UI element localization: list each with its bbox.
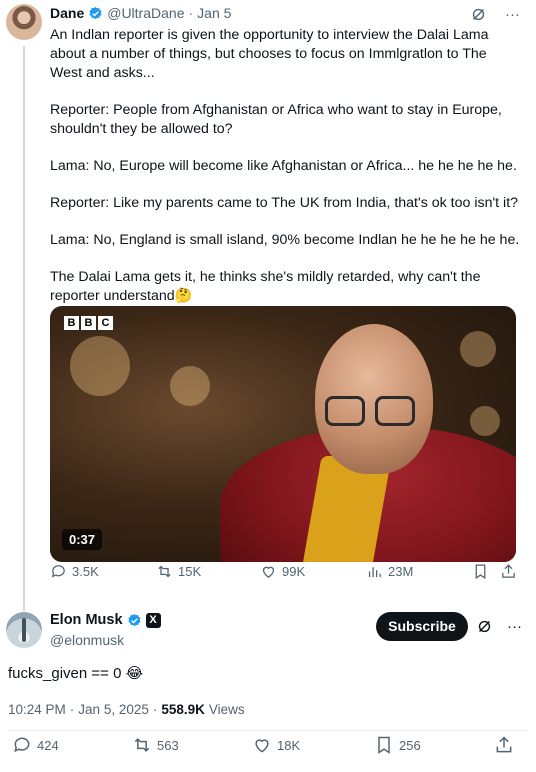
repost-icon xyxy=(158,565,171,577)
parent-tweet-header: Dane @UltraDane · Jan 5 xyxy=(50,5,231,21)
avatar[interactable] xyxy=(6,612,42,648)
affiliate-x-badge: X xyxy=(145,612,161,628)
more-options-icon[interactable]: ··· xyxy=(507,618,522,635)
dot-separator: · xyxy=(69,702,75,717)
reply-icon xyxy=(51,564,65,578)
share-button[interactable] xyxy=(500,563,517,580)
like-count: 99K xyxy=(282,563,306,579)
analytics-icon xyxy=(368,566,381,577)
bookmark-icon xyxy=(378,736,390,754)
heart-icon xyxy=(255,739,269,753)
logo-letter: B xyxy=(81,316,96,330)
repost-icon xyxy=(134,738,150,752)
bookmark-button[interactable] xyxy=(472,563,489,580)
more-options-icon[interactable]: ··· xyxy=(505,6,520,23)
parent-tweet-top-icons: ··· xyxy=(470,6,520,23)
repost-button[interactable]: 15K xyxy=(156,563,201,580)
reply-count: 3.5K xyxy=(72,563,99,579)
video-player[interactable]: B B C 0:37 xyxy=(50,306,516,562)
views-button[interactable]: 23M xyxy=(366,563,413,580)
author-name[interactable]: Dane xyxy=(50,5,84,21)
main-tweet-top-icons: ··· xyxy=(476,618,522,635)
background-light xyxy=(460,331,496,367)
reply-count: 424 xyxy=(37,737,59,753)
subscribe-button[interactable]: Subscribe xyxy=(376,612,468,641)
divider xyxy=(8,730,528,731)
share-button[interactable] xyxy=(494,735,514,755)
grok-icon[interactable] xyxy=(476,618,493,635)
tweet-date[interactable]: Jan 5, 2025 xyxy=(78,702,149,717)
repost-count: 563 xyxy=(157,737,179,753)
bookmark-icon xyxy=(475,563,486,579)
like-button[interactable]: 18K xyxy=(252,735,300,755)
parent-tweet[interactable]: Dane @UltraDane · Jan 5 ··· An Indlan re… xyxy=(0,0,536,600)
background-light xyxy=(470,406,500,436)
reply-button[interactable]: 3.5K xyxy=(50,563,99,580)
tweet-paragraph: Lama: No, England is small island, 90% b… xyxy=(50,232,520,248)
dot-separator: · xyxy=(152,702,158,717)
video-duration: 0:37 xyxy=(62,529,103,550)
verified-badge-icon xyxy=(127,613,141,626)
view-count: 23M xyxy=(388,563,414,579)
tweet-date[interactable]: Jan 5 xyxy=(197,5,231,21)
logo-letter: C xyxy=(98,316,113,330)
repost-count: 15K xyxy=(178,563,202,579)
tweet-paragraph: The Dalai Lama gets it, he thinks she's … xyxy=(50,269,481,304)
reply-button[interactable]: 424 xyxy=(12,735,59,755)
background-light xyxy=(170,366,210,406)
glasses-left xyxy=(325,396,365,426)
tweet-paragraph: An Indlan reporter is given the opportun… xyxy=(50,27,489,81)
views-count: 558.9K xyxy=(161,702,205,717)
bookmark-count: 256 xyxy=(399,737,421,753)
bookmark-button[interactable]: 256 xyxy=(374,735,421,755)
avatar[interactable] xyxy=(6,4,42,40)
heart-icon xyxy=(262,566,275,578)
main-tweet-text: fucks_given == 0 😂 xyxy=(8,665,144,682)
background-light xyxy=(70,336,130,396)
repost-button[interactable]: 563 xyxy=(132,735,179,755)
main-tweet-header: Elon Musk X xyxy=(50,612,161,628)
grok-icon[interactable] xyxy=(470,6,487,23)
tweet-time[interactable]: 10:24 PM xyxy=(8,702,66,717)
tweet-paragraph: Reporter: People from Afghanistan or Afr… xyxy=(50,102,502,137)
like-button[interactable]: 99K xyxy=(260,563,305,580)
logo-letter: B xyxy=(64,316,79,330)
author-handle[interactable]: @UltraDane xyxy=(107,5,184,21)
author-handle[interactable]: @elonmusk xyxy=(50,632,124,648)
tweet-metadata: 10:24 PM · Jan 5, 2025 · 558.9K Views xyxy=(8,702,245,717)
author-name[interactable]: Elon Musk xyxy=(50,612,123,628)
reply-icon xyxy=(14,737,30,753)
share-icon xyxy=(502,563,515,578)
like-count: 18K xyxy=(277,737,301,753)
tweet-paragraph: Reporter: Like my parents came to The UK… xyxy=(50,195,519,211)
parent-tweet-text: An Indlan reporter is given the opportun… xyxy=(50,26,520,324)
views-label: Views xyxy=(208,702,245,717)
verified-badge-icon xyxy=(89,6,102,19)
dot-separator: · xyxy=(188,5,194,21)
glasses-right xyxy=(375,396,415,426)
tweet-paragraph: Lama: No, Europe will become like Afghan… xyxy=(50,158,517,174)
share-icon xyxy=(496,736,512,753)
bbc-logo: B B C xyxy=(64,316,113,330)
